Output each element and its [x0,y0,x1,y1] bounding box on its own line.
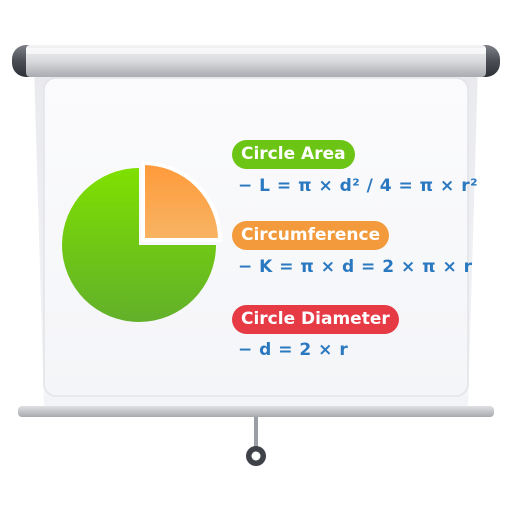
circumference-formula: − K = π × d = 2 × π × r [238,257,473,277]
projector-screen-icon [12,45,500,466]
projector-screen: Circle Area − L = π × d² / 4 = π × r² Ci… [0,0,512,512]
pull-cord [254,417,258,447]
circle-area-formula: − L = π × d² / 4 = π × r² [238,176,479,196]
circle-diameter-formula: − d = 2 × r [238,340,349,360]
circle-area-label: Circle Area [232,140,355,169]
bottom-bar [18,406,494,417]
circumference-label: Circumference [232,221,390,250]
circle-diameter-label: Circle Diameter [232,305,399,334]
